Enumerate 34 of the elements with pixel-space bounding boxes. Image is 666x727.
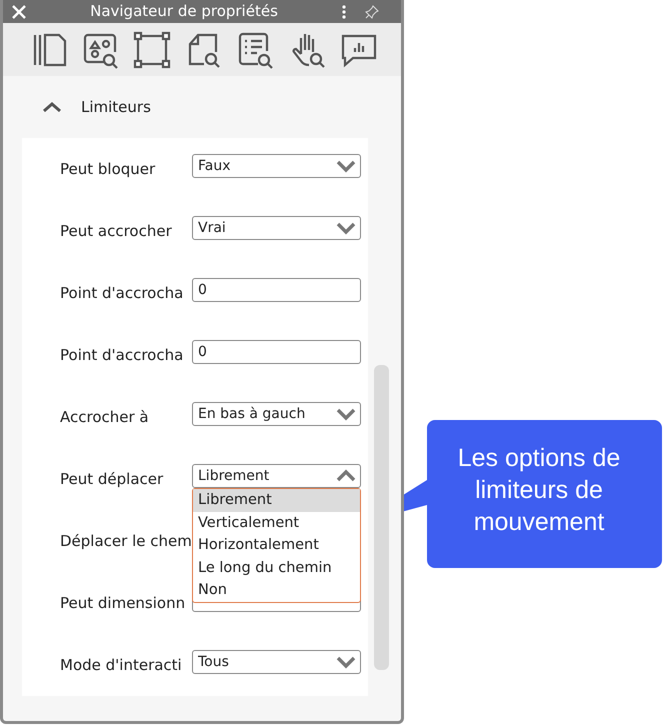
dropdown-field[interactable]: En bas à gauch xyxy=(192,402,361,426)
caret-icon xyxy=(336,407,356,421)
dropdown-option[interactable]: Librement xyxy=(193,489,360,512)
dropdown-option[interactable]: Le long du chemin xyxy=(193,556,360,579)
property-label: Accrocher à xyxy=(60,406,150,428)
close-icon[interactable] xyxy=(11,4,27,20)
scrollbar-thumb[interactable] xyxy=(374,365,389,670)
property-label: Point d'accrocha xyxy=(60,282,184,304)
property-label: Point d'accrocha xyxy=(60,344,184,366)
dropdown-field[interactable]: Faux xyxy=(192,154,361,178)
property-label: Peut déplacer xyxy=(60,468,164,490)
property-label: Peut accrocher xyxy=(60,220,173,242)
caret-icon xyxy=(336,655,356,669)
property-label: Mode d'interacti xyxy=(60,654,183,676)
property-label: Déplacer le chem xyxy=(60,530,192,552)
input-field[interactable]: 0 xyxy=(192,340,361,364)
dropdown-option[interactable]: Non xyxy=(193,579,360,602)
pin-icon[interactable] xyxy=(365,4,379,18)
property-label: Peut bloquer xyxy=(60,158,156,180)
dropdown-field[interactable]: Vrai xyxy=(192,216,361,240)
dropdown-field[interactable]: Tous xyxy=(192,650,361,674)
caret-icon xyxy=(336,221,356,235)
property-label: Peut dimensionn xyxy=(60,592,186,614)
window-title: Navigateur de propriétés xyxy=(89,1,279,22)
dropdown-option[interactable]: Horizontalement xyxy=(193,534,360,556)
input-field[interactable]: 0 xyxy=(192,278,361,302)
caret-icon xyxy=(336,159,356,173)
selection-frame-icon[interactable] xyxy=(132,30,172,70)
more-icon[interactable] xyxy=(341,4,347,18)
dropdown-option[interactable]: Verticalement xyxy=(193,512,360,534)
dropdown-field[interactable]: Librement xyxy=(192,464,361,488)
section-title[interactable]: Limiteurs xyxy=(81,96,151,118)
caret-icon[interactable] xyxy=(41,100,63,114)
caret-icon xyxy=(336,469,356,483)
